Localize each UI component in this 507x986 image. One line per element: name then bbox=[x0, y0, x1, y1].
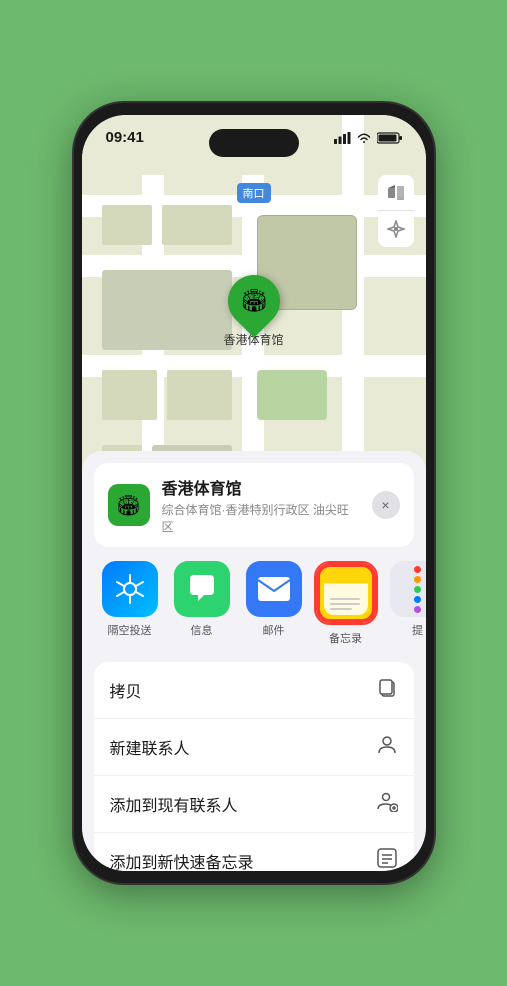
action-copy-label: 拷贝 bbox=[110, 678, 142, 702]
map-type-button[interactable] bbox=[378, 175, 414, 211]
action-copy[interactable]: 拷贝 bbox=[94, 662, 414, 719]
messages-icon bbox=[174, 561, 230, 617]
map-controls bbox=[378, 175, 414, 247]
stadium-pin: 🏟 香港体育馆 bbox=[223, 275, 283, 348]
action-quick-note[interactable]: 添加到新快速备忘录 bbox=[94, 833, 414, 871]
location-icon: 🏟 bbox=[108, 484, 150, 526]
app-label-more: 提 bbox=[412, 622, 423, 638]
action-new-contact[interactable]: 新建联系人 bbox=[94, 719, 414, 776]
status-icons bbox=[334, 132, 402, 144]
mail-icon bbox=[246, 561, 302, 617]
more-icon bbox=[390, 561, 426, 617]
location-subtitle: 综合体育馆·香港特别行政区 油尖旺区 bbox=[162, 501, 360, 535]
app-label-notes: 备忘录 bbox=[329, 630, 362, 646]
phone-screen: 南口 🏟 香港体育馆 09:41 bbox=[82, 115, 426, 871]
location-name: 香港体育馆 bbox=[162, 475, 360, 499]
action-quick-note-label: 添加到新快速备忘录 bbox=[110, 849, 254, 871]
phone-frame: 南口 🏟 香港体育馆 09:41 bbox=[74, 103, 434, 883]
app-item-notes[interactable]: 备忘录 bbox=[310, 561, 382, 646]
close-button[interactable]: × bbox=[372, 491, 400, 519]
airdrop-icon bbox=[102, 561, 158, 617]
notes-icon bbox=[318, 565, 374, 621]
app-item-more[interactable]: 提 bbox=[382, 561, 426, 646]
app-item-messages[interactable]: 信息 bbox=[166, 561, 238, 646]
location-info: 香港体育馆 综合体育馆·香港特别行政区 油尖旺区 bbox=[162, 475, 360, 535]
app-label-mail: 邮件 bbox=[263, 622, 285, 638]
location-button[interactable] bbox=[378, 211, 414, 247]
pin-inner: 🏟 bbox=[240, 288, 268, 314]
action-list: 拷贝 新建联系人 添加到现有联系人 bbox=[94, 662, 414, 871]
add-contact-icon bbox=[376, 790, 398, 818]
action-new-contact-label: 新建联系人 bbox=[110, 735, 190, 759]
bottom-sheet: 🏟 香港体育馆 综合体育馆·香港特别行政区 油尖旺区 × bbox=[82, 451, 426, 871]
app-item-airdrop[interactable]: 隔空投送 bbox=[94, 561, 166, 646]
action-add-existing-label: 添加到现有联系人 bbox=[110, 792, 238, 816]
signal-icon bbox=[334, 132, 351, 144]
apps-row: 隔空投送 信息 bbox=[82, 547, 426, 654]
location-card: 🏟 香港体育馆 综合体育馆·香港特别行政区 油尖旺区 × bbox=[94, 463, 414, 547]
app-item-mail[interactable]: 邮件 bbox=[238, 561, 310, 646]
action-add-existing[interactable]: 添加到现有联系人 bbox=[94, 776, 414, 833]
status-bar: 09:41 bbox=[82, 115, 426, 150]
app-label-airdrop: 隔空投送 bbox=[108, 622, 152, 638]
wifi-icon bbox=[356, 132, 372, 144]
status-time: 09:41 bbox=[106, 129, 144, 146]
dynamic-island bbox=[209, 129, 299, 157]
battery-icon bbox=[377, 132, 402, 144]
map-label: 南口 bbox=[237, 183, 271, 203]
quick-note-icon bbox=[376, 847, 398, 871]
pin-circle: 🏟 bbox=[217, 264, 291, 338]
new-contact-icon bbox=[376, 733, 398, 761]
copy-icon bbox=[376, 676, 398, 704]
app-label-messages: 信息 bbox=[191, 622, 213, 638]
